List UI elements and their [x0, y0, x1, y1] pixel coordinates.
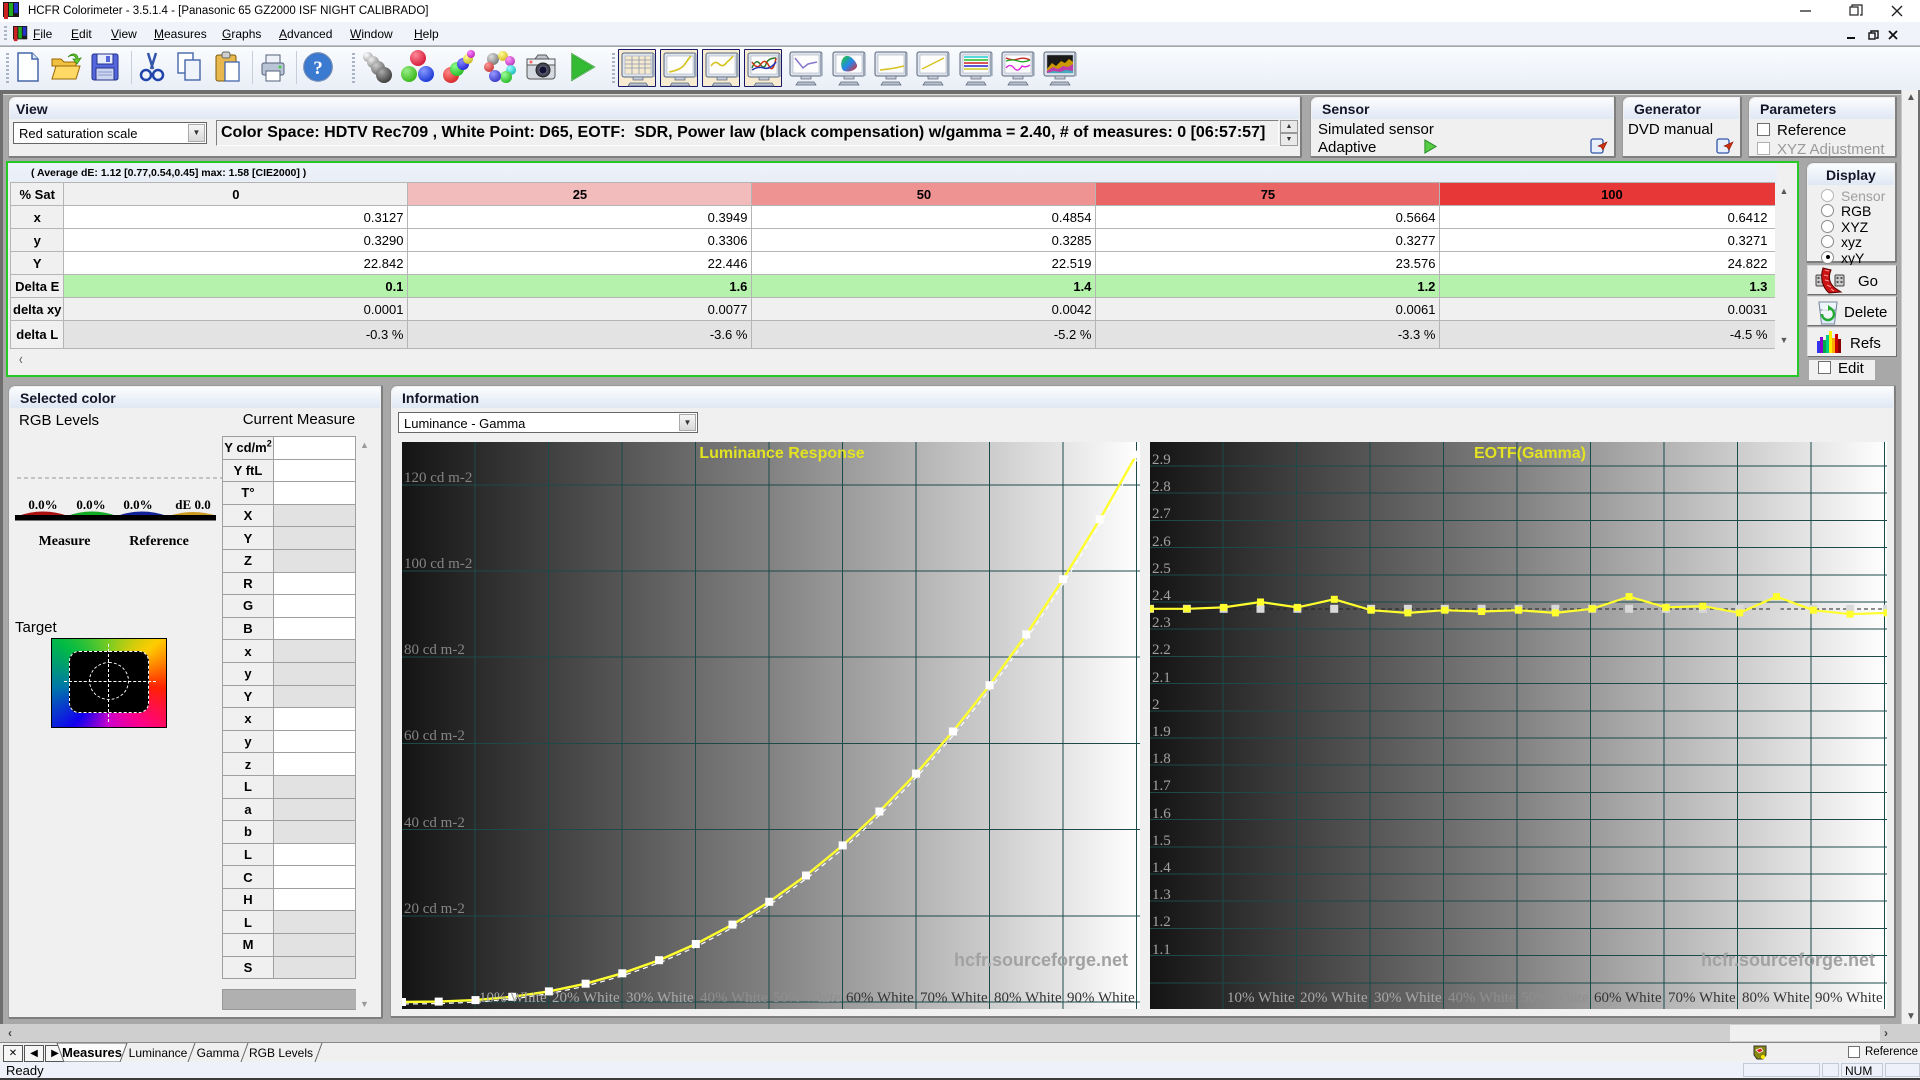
svg-text:0.0%: 0.0%: [76, 497, 105, 512]
svg-text:50% White: 50% White: [773, 990, 841, 1006]
svg-text:dE 0.0: dE 0.0: [175, 497, 210, 512]
svg-text:1.3: 1.3: [1152, 887, 1171, 903]
svg-text:RGB Levels: RGB Levels: [249, 1046, 313, 1060]
svg-text:20% White: 20% White: [1300, 990, 1368, 1006]
svg-text:0.0%: 0.0%: [123, 497, 152, 512]
svg-text:1.4: 1.4: [1152, 860, 1171, 876]
svg-text:2.8: 2.8: [1152, 479, 1171, 495]
svg-text:1.2: 1.2: [1152, 914, 1171, 930]
svg-text:60 cd m-2: 60 cd m-2: [404, 728, 465, 744]
svg-text:100 cd m-2: 100 cd m-2: [404, 556, 472, 572]
svg-text:60% White: 60% White: [1594, 990, 1662, 1006]
svg-text:2.2: 2.2: [1152, 642, 1171, 658]
svg-text:80% White: 80% White: [994, 990, 1062, 1006]
svg-text:20 cd m-2: 20 cd m-2: [404, 901, 465, 917]
svg-text:40 cd m-2: 40 cd m-2: [404, 815, 465, 831]
svg-text:60% White: 60% White: [846, 990, 914, 1006]
svg-text:1.5: 1.5: [1152, 833, 1171, 849]
svg-text:2.6: 2.6: [1152, 534, 1171, 550]
svg-text:1.8: 1.8: [1152, 751, 1171, 767]
svg-text:70% White: 70% White: [920, 990, 988, 1006]
svg-text:1.1: 1.1: [1152, 942, 1171, 958]
svg-text:?: ?: [313, 58, 323, 79]
svg-text:2.5: 2.5: [1152, 561, 1171, 577]
svg-text:2: 2: [1152, 697, 1160, 713]
svg-text:70% White: 70% White: [1668, 990, 1736, 1006]
svg-text:Luminance: Luminance: [129, 1046, 188, 1060]
svg-text:90% White: 90% White: [1815, 990, 1883, 1006]
svg-text:120 cd m-2: 120 cd m-2: [404, 470, 472, 486]
svg-text:30% White: 30% White: [626, 990, 694, 1006]
svg-text:50% White: 50% White: [1521, 990, 1589, 1006]
svg-text:Luminance Response: Luminance Response: [699, 445, 864, 462]
svg-text:80 cd m-2: 80 cd m-2: [404, 642, 465, 658]
svg-text:1.6: 1.6: [1152, 806, 1171, 822]
svg-text:2.4: 2.4: [1152, 588, 1171, 604]
svg-text:30% White: 30% White: [1374, 990, 1442, 1006]
svg-text:2.3: 2.3: [1152, 615, 1171, 631]
svg-text:2.9: 2.9: [1152, 452, 1171, 468]
svg-text:20% White: 20% White: [552, 990, 620, 1006]
svg-text:EOTF(Gamma): EOTF(Gamma): [1474, 445, 1586, 462]
svg-text:1.9: 1.9: [1152, 724, 1171, 740]
svg-text:10% White: 10% White: [479, 990, 547, 1006]
svg-text:1.7: 1.7: [1152, 778, 1171, 794]
svg-text:40% White: 40% White: [1448, 990, 1516, 1006]
svg-text:0.0%: 0.0%: [28, 497, 57, 512]
svg-text:Gamma: Gamma: [197, 1046, 240, 1060]
svg-text:hcfr.sourceforge.net: hcfr.sourceforge.net: [954, 950, 1128, 970]
svg-text:Measures: Measures: [62, 1045, 122, 1060]
svg-text:90% White: 90% White: [1067, 990, 1135, 1006]
svg-text:2.7: 2.7: [1152, 506, 1171, 522]
svg-text:2.1: 2.1: [1152, 670, 1171, 686]
svg-text:80% White: 80% White: [1742, 990, 1810, 1006]
svg-text:10% White: 10% White: [1227, 990, 1295, 1006]
svg-text:40% White: 40% White: [700, 990, 768, 1006]
svg-text:hcfr.sourceforge.net: hcfr.sourceforge.net: [1701, 950, 1875, 970]
